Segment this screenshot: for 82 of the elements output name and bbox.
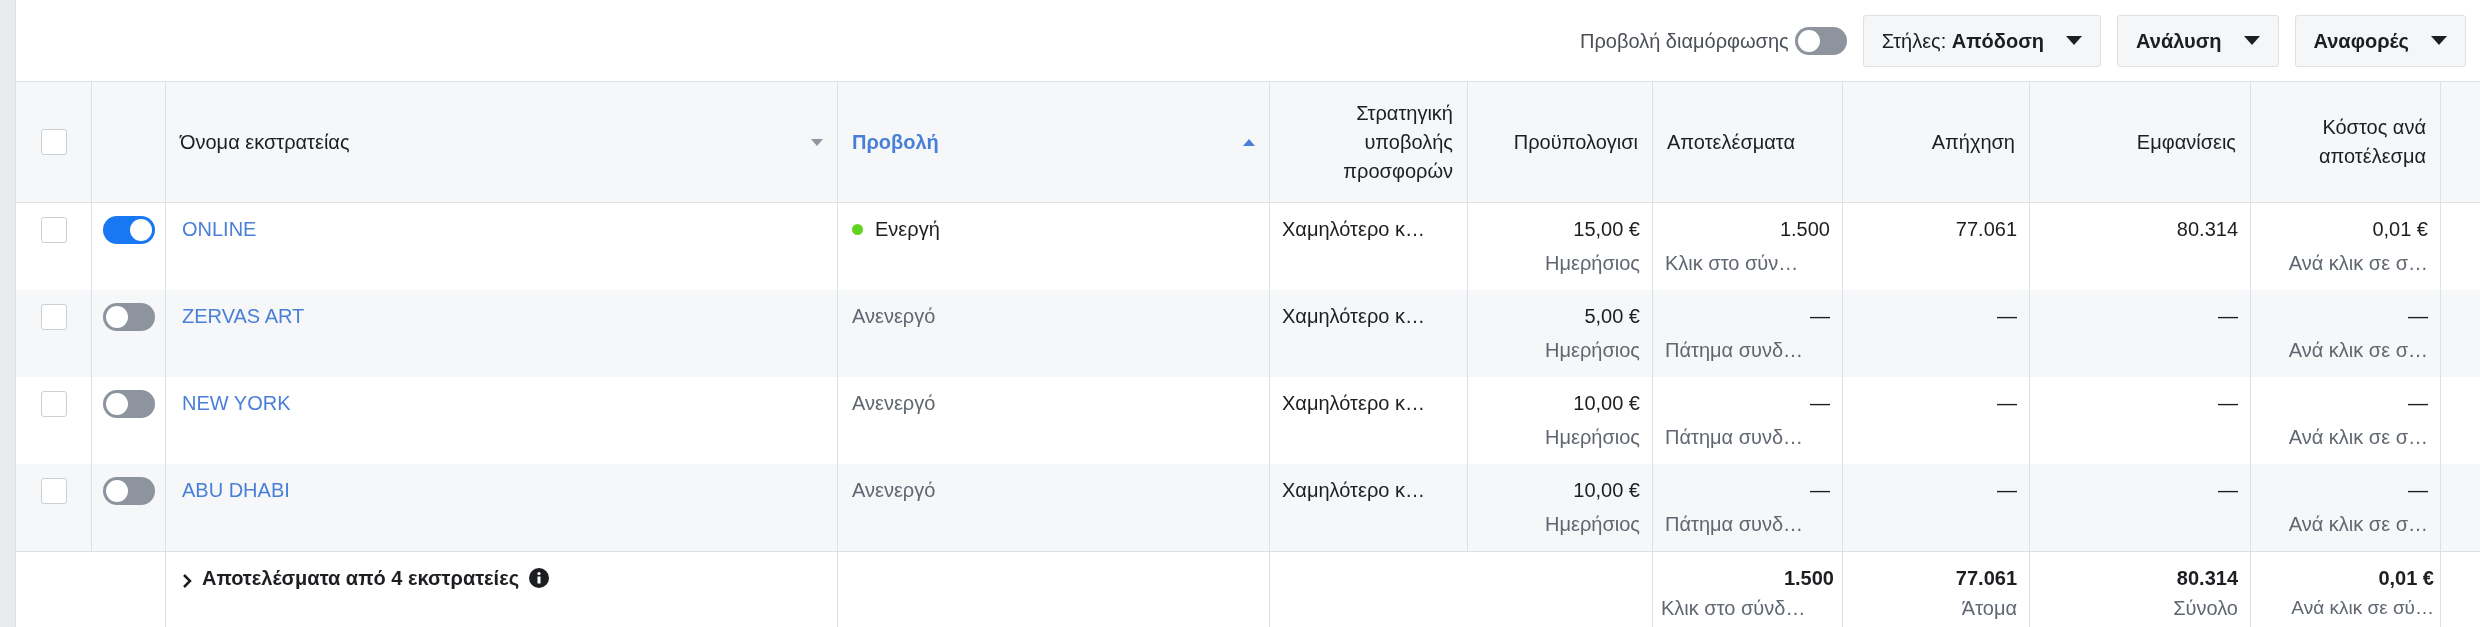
- checkbox[interactable]: [40, 129, 67, 155]
- summary-result-type: Κλικ στο σύνδ…: [1661, 596, 1806, 620]
- dropdown-button[interactable]: Αναφορές: [2294, 14, 2466, 67]
- configuration-view-label: Προβολή διαμόρφωσης: [1580, 28, 1789, 54]
- sort-caret-icon[interactable]: [811, 138, 823, 146]
- column-header[interactable]: Στρατηγική υποβολής προσφορών: [1270, 82, 1468, 202]
- cost-value: —: [2408, 304, 2428, 328]
- configuration-view-toggle[interactable]: [1794, 26, 1847, 55]
- budget-amount: 15,00 €: [1573, 217, 1640, 241]
- impressions-value: 80.314: [2176, 217, 2238, 241]
- summary-reach-type: Άτομα: [1961, 596, 2017, 620]
- bid-strategy-text: Χαμηλότερο κ…: [1282, 304, 1425, 328]
- campaign-link[interactable]: ONLINE: [182, 218, 257, 240]
- bid-strategy-text: Χαμηλότερο κ…: [1282, 478, 1425, 502]
- result-type: Πάτημα συνδ…: [1665, 338, 1804, 362]
- info-icon[interactable]: [529, 568, 550, 588]
- column-header[interactable]: Προϋπολογισι: [1468, 82, 1653, 202]
- summary-impressions-type: Σύνολο: [2173, 596, 2238, 620]
- checkbox[interactable]: [40, 391, 67, 417]
- caret-icon: [2431, 36, 2447, 45]
- dropdown-button[interactable]: Ανάλυση: [2117, 14, 2279, 67]
- summary-reach-value: 77.061: [1955, 566, 2017, 590]
- budget-amount: 10,00 €: [1573, 391, 1640, 415]
- result-type: Πάτημα συνδ…: [1665, 425, 1804, 449]
- reach-value: —: [1997, 391, 2017, 415]
- caret-icon: [2243, 36, 2260, 45]
- cost-value: —: [2408, 391, 2428, 415]
- cost-value: —: [2408, 478, 2428, 502]
- campaign-toggle[interactable]: [102, 216, 155, 244]
- status-text: Ενεργή: [875, 217, 940, 241]
- budget-type: Ημερήσιος: [1545, 251, 1640, 275]
- budget-type: Ημερήσιος: [1545, 338, 1640, 362]
- cost-type: Ανά κλικ σε σ…: [2288, 338, 2428, 362]
- chevron-right-icon[interactable]: [182, 573, 192, 589]
- cost-type: Ανά κλικ σε σ…: [2288, 512, 2428, 536]
- budget-type: Ημερήσιος: [1545, 512, 1640, 536]
- column-header[interactable]: Απήχηση: [1843, 82, 2030, 202]
- campaign-link[interactable]: NEW YORK: [182, 392, 291, 414]
- bid-strategy-text: Χαμηλότερο κ…: [1282, 391, 1425, 415]
- checkbox[interactable]: [40, 478, 67, 504]
- budget-amount: 10,00 €: [1573, 478, 1640, 502]
- reach-value: —: [1997, 478, 2017, 502]
- column-header[interactable]: Προβολή: [838, 82, 1270, 202]
- column-header[interactable]: Αποτελέσματα: [1653, 82, 1843, 202]
- caret-icon: [2066, 36, 2083, 45]
- results-value: 1.500: [1779, 217, 1830, 241]
- column-header[interactable]: Όνομα εκστρατείας: [166, 82, 838, 202]
- results-value: —: [1810, 391, 1830, 415]
- reach-value: 77.061: [1955, 217, 2017, 241]
- budget-type: Ημερήσιος: [1545, 425, 1640, 449]
- checkbox[interactable]: [40, 217, 67, 243]
- campaign-link[interactable]: ABU DHABI: [182, 479, 290, 501]
- results-value: —: [1810, 478, 1830, 502]
- impressions-value: —: [2218, 304, 2238, 328]
- summary-label: Αποτελέσματα από 4 εκστρατείες: [202, 566, 520, 590]
- cost-value: 0,01 €: [2372, 217, 2428, 241]
- status-text: Ανενεργό: [852, 391, 936, 415]
- status-text: Ανενεργό: [852, 478, 936, 502]
- summary-results-value: 1.500: [1783, 566, 1834, 590]
- status-text: Ανενεργό: [852, 304, 936, 328]
- checkbox[interactable]: [40, 304, 67, 330]
- result-type: Πάτημα συνδ…: [1665, 512, 1804, 536]
- cost-type: Ανά κλικ σε σ…: [2288, 251, 2428, 275]
- result-type: Κλικ στο σύν…: [1665, 251, 1799, 275]
- column-header[interactable]: Εμφανίσεις: [2030, 82, 2251, 202]
- budget-amount: 5,00 €: [1584, 304, 1640, 328]
- impressions-value: —: [2218, 478, 2238, 502]
- bid-strategy-text: Χαμηλότερο κ…: [1282, 217, 1425, 241]
- reach-value: —: [1997, 304, 2017, 328]
- dropdown-button[interactable]: Στήλες: Απόδοση: [1862, 14, 2102, 67]
- campaign-link[interactable]: ZERVAS ART: [182, 305, 305, 327]
- summary-cost-type: Ανά κλικ σε σύ…: [2291, 596, 2434, 620]
- column-header[interactable]: Κόστος ανά αποτέλεσμα: [2251, 82, 2441, 202]
- campaign-toggle[interactable]: [102, 390, 155, 418]
- sort-caret-icon[interactable]: [1243, 138, 1255, 146]
- summary-impressions-value: 80.314: [2176, 566, 2238, 590]
- cost-type: Ανά κλικ σε σ…: [2288, 425, 2428, 449]
- summary-cost-value: 0,01 €: [2378, 566, 2434, 590]
- impressions-value: —: [2218, 391, 2238, 415]
- campaign-toggle[interactable]: [102, 477, 155, 505]
- campaign-toggle[interactable]: [102, 303, 155, 331]
- results-value: —: [1810, 304, 1830, 328]
